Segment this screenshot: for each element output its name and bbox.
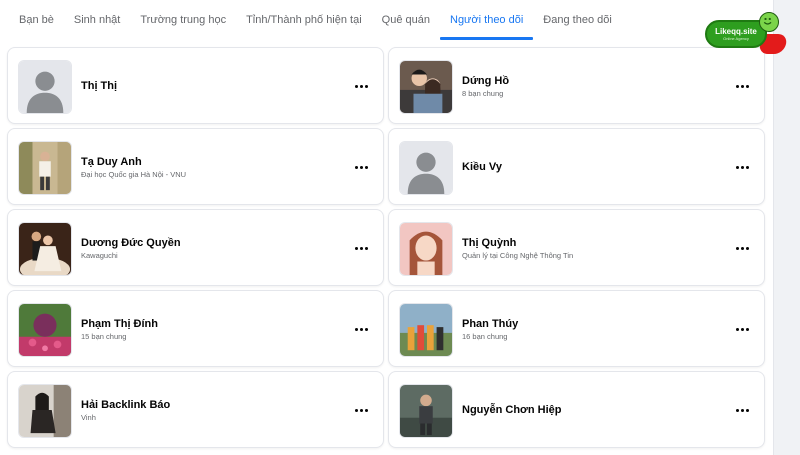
woman-sitting-photo[interactable]	[18, 384, 72, 438]
group-photo[interactable]	[399, 303, 453, 357]
follower-card[interactable]: Tạ Duy Anh Đại học Quốc gia Hà Nội - VNU	[7, 128, 384, 205]
default-avatar[interactable]	[399, 141, 453, 195]
ellipsis-icon[interactable]	[734, 79, 750, 93]
man-standing-photo[interactable]	[18, 141, 72, 195]
follower-name[interactable]: Hải Backlink Báo	[81, 399, 170, 412]
smiley-icon	[759, 12, 779, 32]
follower-detail: Quản lý tại Công Nghệ Thông Tin	[462, 250, 574, 260]
default-avatar[interactable]	[18, 60, 72, 114]
follower-card[interactable]: Dứng Hồ 8 bạn chung	[388, 47, 765, 124]
follower-name[interactable]: Dương Đức Quyền	[81, 237, 181, 250]
logo-pill: Likeqq.site Online Agency	[705, 20, 767, 48]
tab-high-school[interactable]: Trường trung học	[130, 0, 236, 40]
follower-detail: 8 bạn chung	[462, 88, 504, 98]
follower-name[interactable]: Nguyễn Chơn Hiệp	[462, 404, 562, 417]
follower-name[interactable]: Dứng Hồ	[462, 75, 509, 88]
tab-followers[interactable]: Người theo dõi	[440, 0, 534, 40]
ellipsis-icon[interactable]	[734, 403, 750, 417]
follower-card[interactable]: Phan Thúy 16 bạn chung	[388, 290, 765, 367]
flower-garden-photo[interactable]	[18, 303, 72, 357]
ellipsis-icon[interactable]	[734, 322, 750, 336]
follower-detail: Kawaguchi	[81, 250, 118, 260]
follower-name[interactable]: Phan Thúy	[462, 318, 518, 331]
follower-name[interactable]: Phạm Thị Đính	[81, 318, 158, 331]
ellipsis-icon[interactable]	[353, 79, 369, 93]
ellipsis-icon[interactable]	[353, 403, 369, 417]
woman-portrait-photo[interactable]	[399, 222, 453, 276]
follower-card[interactable]: Dương Đức Quyền Kawaguchi	[7, 209, 384, 286]
ellipsis-icon[interactable]	[734, 241, 750, 255]
follower-name[interactable]: Tạ Duy Anh	[81, 156, 186, 169]
man-outdoor-photo[interactable]	[399, 384, 453, 438]
follower-detail: 15 bạn chung	[81, 331, 127, 341]
follower-card[interactable]: Thị Thị	[7, 47, 384, 124]
follower-card[interactable]: Nguyễn Chơn Hiệp	[388, 371, 765, 448]
couple-photo[interactable]	[399, 60, 453, 114]
logo-subtext: Online Agency	[723, 36, 749, 41]
logo-text: Likeqq.site	[715, 27, 757, 36]
wedding-photo[interactable]	[18, 222, 72, 276]
profile-tabs: Bạn bè Sinh nhật Trường trung học Tỉnh/T…	[0, 0, 773, 40]
follower-name[interactable]: Thị Quỳnh	[462, 237, 573, 250]
follower-detail: 16 bạn chung	[462, 331, 508, 341]
follower-detail: Đại học Quốc gia Hà Nội - VNU	[81, 169, 187, 179]
ellipsis-icon[interactable]	[353, 322, 369, 336]
likeqq-logo: Likeqq.site Online Agency	[703, 12, 789, 56]
ellipsis-icon[interactable]	[353, 160, 369, 174]
follower-card[interactable]: Hải Backlink Báo Vinh	[7, 371, 384, 448]
follower-detail: Vinh	[81, 412, 96, 422]
tab-hometown[interactable]: Quê quán	[372, 0, 440, 40]
tab-current-city[interactable]: Tỉnh/Thành phố hiện tại	[236, 0, 372, 40]
follower-name[interactable]: Thị Thị	[81, 80, 117, 93]
tab-following[interactable]: Đang theo dõi	[533, 0, 622, 40]
tab-birthdays[interactable]: Sinh nhật	[64, 0, 130, 40]
scrollbar[interactable]	[773, 0, 800, 455]
follower-card[interactable]: Phạm Thị Đính 15 bạn chung	[7, 290, 384, 367]
ellipsis-icon[interactable]	[353, 241, 369, 255]
follower-card[interactable]: Thị Quỳnh Quản lý tại Công Nghệ Thông Ti…	[388, 209, 765, 286]
follower-name[interactable]: Kiều Vy	[462, 161, 502, 174]
tab-friends[interactable]: Bạn bè	[9, 0, 64, 40]
ellipsis-icon[interactable]	[734, 160, 750, 174]
followers-page: Bạn bè Sinh nhật Trường trung học Tỉnh/T…	[0, 0, 773, 455]
follower-card[interactable]: Kiều Vy	[388, 128, 765, 205]
